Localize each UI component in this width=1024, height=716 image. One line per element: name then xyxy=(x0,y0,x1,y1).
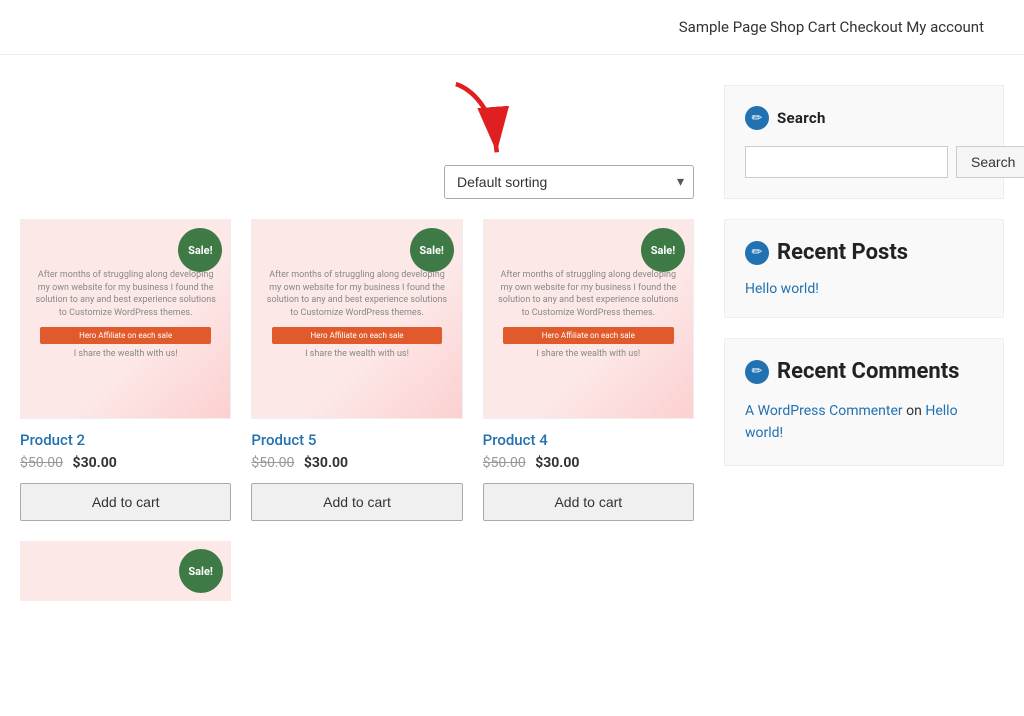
arrow-indicator xyxy=(434,75,514,179)
sidebar: ✏ Search Search ✏ Recent Posts Hello wor… xyxy=(724,85,1004,601)
recent-posts-widget: ✏ Recent Posts Hello world! xyxy=(724,219,1004,318)
search-row: Search xyxy=(745,146,983,178)
recent-comments-header: ✏ Recent Comments xyxy=(745,359,983,384)
sale-price: $30.00 xyxy=(304,455,348,471)
product-image-product-2: After months of struggling along develop… xyxy=(20,219,231,419)
add-to-cart-product-4[interactable]: Add to cart xyxy=(483,483,694,521)
site-header: Sample Page Shop Cart Checkout My accoun… xyxy=(0,0,1024,55)
product-image-product-5: After months of struggling along develop… xyxy=(251,219,462,419)
main-nav: Sample Page Shop Cart Checkout My accoun… xyxy=(679,18,984,36)
comment-on-text: on xyxy=(906,403,922,419)
search-button[interactable]: Search xyxy=(956,146,1024,178)
sale-price: $30.00 xyxy=(73,455,117,471)
search-input[interactable] xyxy=(745,146,948,178)
nav-shop[interactable]: Shop xyxy=(770,18,804,36)
sort-select-wrapper: Default sorting Sort by popularity Sort … xyxy=(444,165,694,199)
sort-bar: Default sorting Sort by popularity Sort … xyxy=(20,165,694,199)
recent-comment-entry: A WordPress Commenter on Hello world! xyxy=(745,400,983,445)
recent-posts-title: Recent Posts xyxy=(777,240,908,265)
nav-checkout[interactable]: Checkout xyxy=(840,18,903,36)
recent-comments-icon: ✏ xyxy=(745,360,769,384)
add-to-cart-product-5[interactable]: Add to cart xyxy=(251,483,462,521)
nav-my-account[interactable]: My account xyxy=(906,18,984,36)
product-grid: After months of struggling along develop… xyxy=(20,219,694,521)
search-widget-header: ✏ Search xyxy=(745,106,983,130)
sale-price: $30.00 xyxy=(535,455,579,471)
main-content: Default sorting Sort by popularity Sort … xyxy=(20,85,694,601)
product-name-product-5[interactable]: Product 5 xyxy=(251,431,462,449)
product-image-product-4: After months of struggling along develop… xyxy=(483,219,694,419)
product-name-product-2[interactable]: Product 2 xyxy=(20,431,231,449)
search-widget-icon: ✏ xyxy=(745,106,769,130)
nav-cart[interactable]: Cart xyxy=(808,18,836,36)
add-to-cart-product-2[interactable]: Add to cart xyxy=(20,483,231,521)
search-widget-title: Search xyxy=(777,109,826,127)
commenter-link[interactable]: A WordPress Commenter xyxy=(745,403,903,419)
partial-product: Sale! xyxy=(20,541,231,601)
product-card: After months of struggling along develop… xyxy=(483,219,694,521)
product-price-product-4: $50.00 $30.00 xyxy=(483,455,694,471)
original-price: $50.00 xyxy=(251,455,294,471)
product-name-product-4[interactable]: Product 4 xyxy=(483,431,694,449)
page-wrapper: Default sorting Sort by popularity Sort … xyxy=(0,55,1024,631)
product-price-product-2: $50.00 $30.00 xyxy=(20,455,231,471)
product-price-product-5: $50.00 $30.00 xyxy=(251,455,462,471)
recent-post-hello-world[interactable]: Hello world! xyxy=(745,281,819,297)
sale-badge: Sale! xyxy=(178,228,222,272)
original-price: $50.00 xyxy=(20,455,63,471)
sort-select[interactable]: Default sorting Sort by popularity Sort … xyxy=(444,165,694,199)
product-card: After months of struggling along develop… xyxy=(251,219,462,521)
product-card: After months of struggling along develop… xyxy=(20,219,231,521)
sale-badge: Sale! xyxy=(641,228,685,272)
partial-sale-badge: Sale! xyxy=(179,549,223,593)
nav-sample-page[interactable]: Sample Page xyxy=(679,18,767,36)
partial-product-row: Sale! xyxy=(20,541,694,601)
recent-posts-header: ✏ Recent Posts xyxy=(745,240,983,265)
recent-comments-title: Recent Comments xyxy=(777,359,959,384)
recent-comments-widget: ✏ Recent Comments A WordPress Commenter … xyxy=(724,338,1004,466)
original-price: $50.00 xyxy=(483,455,526,471)
recent-posts-icon: ✏ xyxy=(745,241,769,265)
sale-badge: Sale! xyxy=(410,228,454,272)
search-widget: ✏ Search Search xyxy=(724,85,1004,199)
